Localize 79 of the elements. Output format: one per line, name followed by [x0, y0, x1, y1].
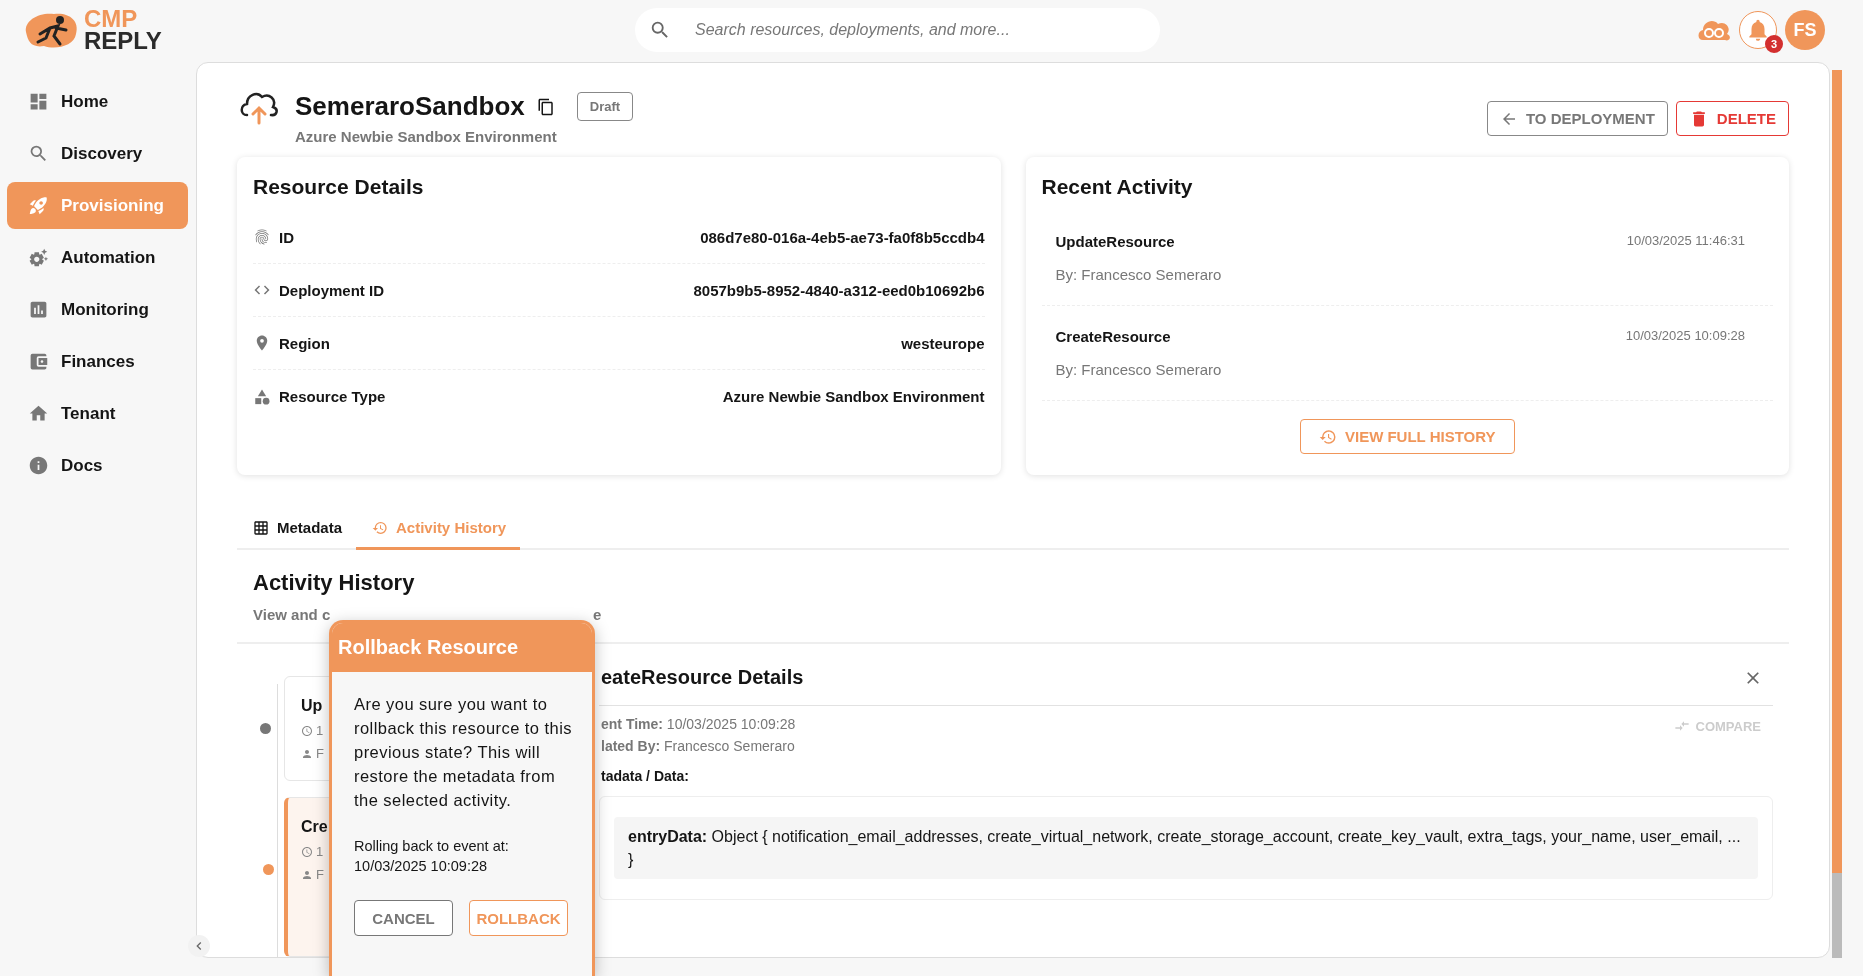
status-badge: Draft — [576, 92, 634, 121]
section-title: Activity History — [253, 570, 416, 596]
sidebar-item[interactable]: Tenant — [7, 390, 188, 437]
detail-label: Deployment ID — [279, 281, 384, 299]
timeline-user: F — [316, 867, 324, 882]
details-title: eateResource Details — [601, 666, 804, 689]
person-icon — [301, 868, 313, 881]
dialog-event: Rolling back to event at: 10/03/2025 10:09:28 — [354, 837, 510, 876]
dialog-message: Are you sure you want to rollback this resource to this previous state? This will restore the metadata from the selected activity. — [354, 694, 573, 811]
detail-label: ID — [279, 228, 294, 246]
shapes-icon — [253, 387, 271, 406]
user-avatar[interactable]: FS — [1785, 10, 1825, 50]
timeline-title: Cre — [301, 818, 328, 836]
timeline-time: 1 — [316, 844, 324, 859]
activity-time: 10/03/2025 11:46:31 — [1626, 233, 1745, 250]
sidebar-item[interactable]: Home — [7, 78, 188, 125]
history-icon — [1318, 427, 1337, 446]
timeline-title: Up — [301, 697, 323, 715]
metadata-label: tadata / Data: — [600, 768, 690, 784]
timeline-user: F — [316, 746, 324, 761]
tab[interactable]: Metadata — [251, 508, 357, 550]
scrollbar[interactable] — [1832, 70, 1842, 958]
bar-chart-icon — [28, 299, 49, 320]
copy-icon[interactable] — [536, 97, 555, 116]
notifications-button[interactable] — [1739, 11, 1777, 49]
logo-text: CMP REPLY — [84, 8, 162, 52]
detail-label: Resource Type — [279, 388, 386, 405]
rocket-icon — [28, 195, 49, 216]
activity-user: By: Francesco Semeraro — [1055, 266, 1223, 283]
person-icon — [301, 747, 313, 760]
activity-name: UpdateResource — [1055, 233, 1176, 250]
dialog-title: Rollback Resource — [338, 636, 519, 659]
cancel-button[interactable]: CANCEL — [354, 900, 453, 936]
sidebar-item[interactable]: Automation — [7, 234, 188, 281]
detail-value: westeurope — [901, 334, 985, 352]
created-by: lated By: Francesco Semeraro — [601, 738, 796, 754]
dashboard-icon — [28, 91, 49, 112]
grid-icon — [253, 519, 269, 536]
card-title: Recent Activity — [1041, 175, 1194, 199]
clock-icon — [301, 724, 313, 737]
search-field[interactable]: Search resources, deployments, and more... — [635, 8, 1160, 52]
section-subtitle: e — [593, 606, 602, 624]
collapse-button[interactable] — [188, 935, 210, 957]
resource-subtitle: Azure Newbie Sandbox Environment — [295, 128, 558, 145]
view-history-button[interactable]: VIEW FULL HISTORY — [1299, 419, 1515, 454]
sidebar-item[interactable]: Discovery — [7, 130, 188, 177]
activity-user: By: Francesco Semeraro — [1055, 361, 1223, 378]
rollback-button[interactable]: ROLLBACK — [469, 900, 568, 936]
detail-label: Region — [279, 334, 330, 352]
gear-icon — [28, 247, 49, 268]
clock-icon — [301, 845, 313, 858]
sidebar-item[interactable]: Provisioning — [7, 182, 188, 229]
detail-value: 8057b9b5-8952-4840-a312-eed0b10692b6 — [693, 281, 985, 299]
fingerprint-icon — [253, 228, 271, 246]
detail-value: Azure Newbie Sandbox Environment — [722, 388, 985, 405]
back-button[interactable]: TO DEPLOYMENT — [1486, 101, 1668, 136]
search-icon — [649, 19, 671, 41]
info-icon — [28, 455, 49, 476]
wallet-icon — [28, 351, 49, 372]
card-title: Resource Details — [253, 175, 425, 199]
history-icon — [372, 519, 389, 536]
house-icon — [28, 403, 49, 424]
activity-name: CreateResource — [1055, 328, 1172, 345]
delete-button[interactable]: DELETE — [1675, 101, 1789, 136]
sidebar-item[interactable]: Finances — [7, 338, 188, 385]
detail-value: 086d7e80-016a-4eb5-ae73-fa0f8b5ccdb4 — [700, 228, 985, 246]
sidebar-item[interactable]: Docs — [7, 442, 188, 489]
resource-title: SemeraroSandbox — [295, 91, 525, 122]
section-subtitle: View and c — [253, 606, 331, 623]
timeline-time: 1 — [316, 723, 324, 738]
tab[interactable]: Activity History — [356, 508, 521, 550]
activity-time: 10/03/2025 10:09:28 — [1625, 328, 1745, 345]
sidebar-item[interactable]: Monitoring — [7, 286, 188, 333]
timeline-dot — [263, 864, 274, 875]
timeline-dot — [260, 723, 271, 734]
event-time: ent Time: 10/03/2025 10:09:28 — [601, 716, 796, 732]
search-icon — [28, 143, 49, 164]
notification-count: 3 — [1765, 35, 1783, 53]
entry-data: entryData: Object { notification_email_addresses, create_virtual_network, create_storage_account, create_key_vault, extra_tags, your_name, user_email, ... } — [614, 817, 1758, 880]
